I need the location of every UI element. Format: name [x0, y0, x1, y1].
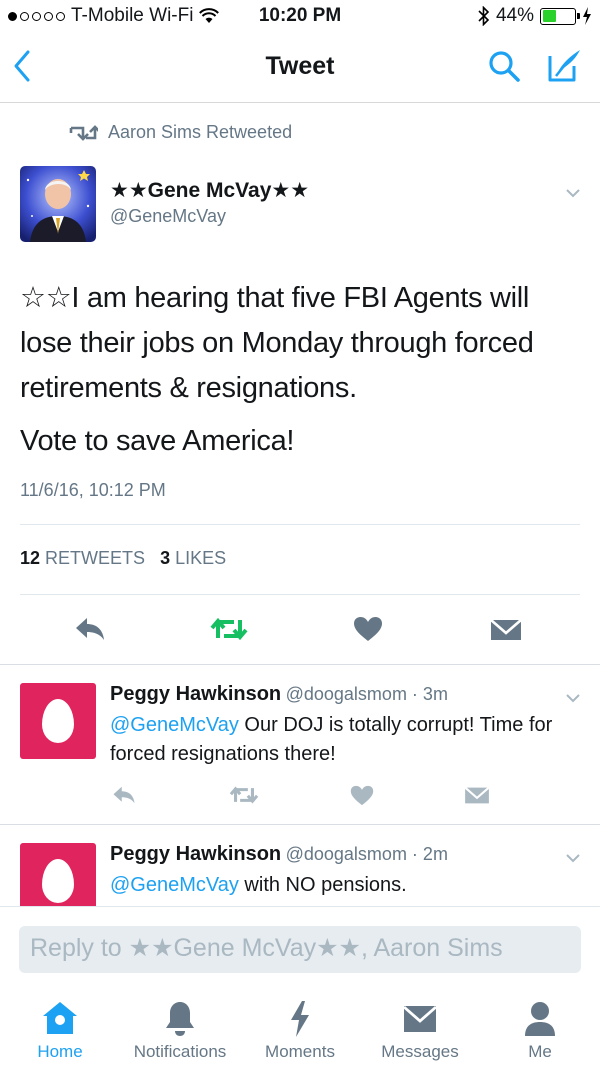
likes-count: 3: [160, 548, 171, 568]
tweet-text-paragraph: Vote to save America!: [20, 425, 295, 457]
author-photo: [20, 166, 96, 242]
person-icon: [525, 1002, 555, 1036]
direct-message-icon[interactable]: [464, 786, 490, 805]
tweet-stats: 12 RETWEETS 3 LIKES: [20, 548, 226, 569]
divider: [20, 594, 580, 595]
reply-author-meta: @doogalsmom · 2m: [285, 844, 448, 864]
reply-text: @GeneMcVay with NO pensions.: [110, 871, 580, 900]
reply-header: Peggy Hawkinson @doogalsmom · 2m: [110, 843, 448, 866]
chevron-down-icon[interactable]: [565, 693, 581, 703]
heart-icon[interactable]: [353, 616, 383, 642]
compose-tweet-icon[interactable]: [544, 46, 584, 86]
reply-icon[interactable]: [112, 785, 136, 805]
battery-icon: [540, 7, 580, 25]
author-handle[interactable]: @GeneMcVay: [110, 206, 226, 227]
reply-mention-link[interactable]: @GeneMcVay: [110, 714, 239, 736]
reply-tweet[interactable]: Peggy Hawkinson @doogalsmom · 2m @GeneMc…: [0, 825, 600, 906]
retweets-count: 12: [20, 548, 41, 568]
status-right: 44%: [478, 5, 592, 27]
reply-author-meta: @doogalsmom · 3m: [285, 684, 448, 704]
retweets-stat[interactable]: 12 RETWEETS: [20, 548, 145, 568]
retweets-label: RETWEETS: [45, 548, 146, 568]
reply-header: Peggy Hawkinson @doogalsmom · 3m: [110, 683, 448, 706]
direct-message-icon[interactable]: [490, 618, 522, 642]
status-bar: T-Mobile Wi-Fi 10:20 PM 44%: [0, 0, 600, 34]
battery-percent: 44%: [495, 5, 534, 26]
lightning-icon: [291, 1001, 309, 1037]
retweet-icon[interactable]: [229, 785, 259, 805]
tweet-timestamp: 11/6/16, 10:12 PM: [20, 480, 166, 500]
author-name[interactable]: ★★Gene McVay★★: [110, 178, 309, 203]
divider: [20, 524, 580, 525]
tab-label: Home: [37, 1042, 83, 1061]
bluetooth-icon: [478, 6, 490, 26]
chevron-down-icon[interactable]: [565, 188, 581, 198]
likes-label: LIKES: [175, 548, 227, 568]
tab-bar: Home Notifications Moments Messages Me: [0, 996, 600, 1067]
nav-bar: Tweet: [0, 34, 600, 103]
tweet-actions: [0, 600, 600, 658]
reply-placeholder: Reply to ★★Gene McVay★★, Aaron Sims: [30, 934, 503, 962]
reply-icon[interactable]: [74, 616, 106, 642]
charging-icon: [583, 7, 591, 25]
default-egg-avatar[interactable]: [20, 843, 96, 906]
reply-text: @GeneMcVay Our DOJ is totally corrupt! T…: [110, 711, 580, 769]
retweet-icon: [69, 124, 98, 141]
default-egg-avatar[interactable]: [20, 683, 96, 759]
chevron-down-icon[interactable]: [565, 853, 581, 863]
envelope-icon: [403, 1005, 437, 1032]
home-icon: [43, 1002, 77, 1034]
retweeted-by-line[interactable]: Aaron Sims Retweeted: [68, 122, 292, 143]
tab-label: Messages: [381, 1042, 459, 1061]
bell-icon: [166, 1002, 194, 1036]
tab-label: Notifications: [133, 1042, 227, 1061]
reply-tweet[interactable]: Peggy Hawkinson @doogalsmom · 3m @GeneMc…: [0, 665, 600, 823]
reply-mention-link[interactable]: @GeneMcVay: [110, 874, 239, 896]
retweeted-by-label: Aaron Sims Retweeted: [108, 122, 293, 142]
retweet-icon[interactable]: [210, 616, 248, 642]
reply-author-name[interactable]: Peggy Hawkinson: [110, 843, 281, 865]
tweet-text-paragraph: ☆☆I am hearing that five FBI Agents will…: [20, 282, 534, 404]
heart-icon[interactable]: [350, 785, 374, 806]
tab-label: Me: [528, 1042, 552, 1061]
reply-author-name[interactable]: Peggy Hawkinson: [110, 683, 281, 705]
author-avatar[interactable]: [20, 166, 96, 242]
reply-body: with NO pensions.: [238, 874, 407, 896]
tweet-body: ☆☆I am hearing that five FBI Agents will…: [20, 276, 585, 472]
search-icon[interactable]: [486, 48, 522, 84]
likes-stat[interactable]: 3 LIKES: [160, 548, 226, 568]
tab-label: Moments: [265, 1042, 335, 1061]
